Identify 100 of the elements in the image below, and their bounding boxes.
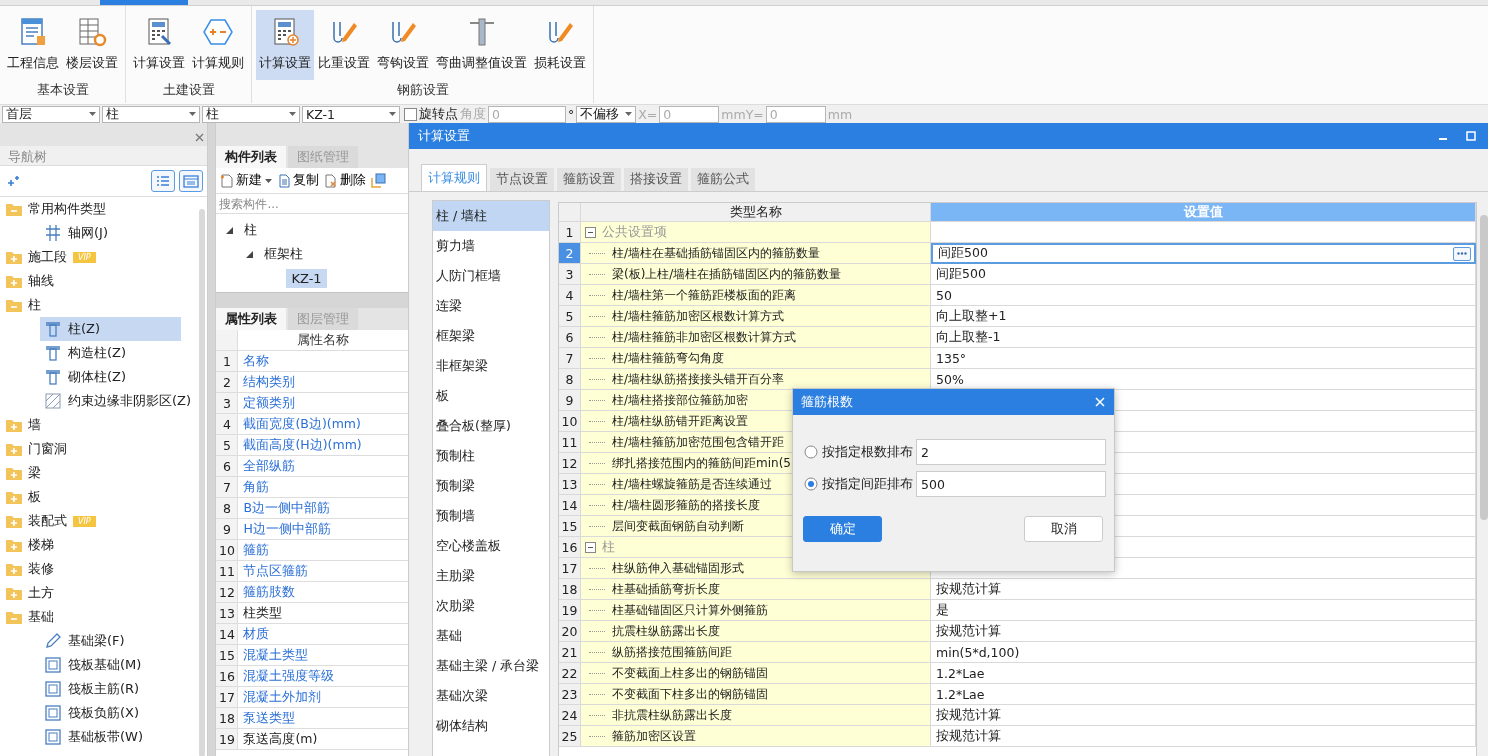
tree-item[interactable]: 梁: [0, 461, 150, 485]
tree-item[interactable]: 筏板基础(M): [40, 653, 181, 677]
tab[interactable]: 计算规则: [421, 164, 487, 191]
tree-item[interactable]: 砌体柱(Z): [40, 365, 181, 389]
tree-item[interactable]: 楼梯: [0, 533, 150, 557]
ribbon-button[interactable]: 比重设置: [315, 10, 373, 80]
category-item[interactable]: 主肋梁: [433, 561, 549, 591]
category-item[interactable]: 基础次梁: [433, 681, 549, 711]
tree-item[interactable]: 板: [0, 485, 150, 509]
more-button[interactable]: [1453, 246, 1471, 261]
toolbar-button[interactable]: 删除: [324, 172, 367, 189]
category-item[interactable]: 预制柱: [433, 441, 549, 471]
toolbar-button[interactable]: [371, 173, 387, 188]
ok-button[interactable]: 确定: [803, 516, 882, 542]
panel-view-button[interactable]: [179, 170, 204, 192]
checkbox[interactable]: [404, 107, 417, 121]
floor-select[interactable]: 首层: [2, 105, 100, 123]
folder-icon[interactable]: [6, 586, 22, 600]
value-field[interactable]: 间距500: [931, 243, 1476, 264]
tab[interactable]: 箍筋设置: [557, 168, 621, 191]
type-select[interactable]: 柱: [202, 105, 300, 123]
tree-item[interactable]: 约束边缘非阴影区(Z): [40, 389, 196, 413]
ribbon-button[interactable]: 楼层设置: [63, 10, 121, 80]
toolbar-button[interactable]: 复制: [277, 172, 320, 189]
folder-icon[interactable]: [6, 490, 22, 504]
category-item[interactable]: 预制梁: [433, 471, 549, 501]
tree-item[interactable]: 施工段 VIP: [0, 245, 150, 269]
category-item[interactable]: 人防门框墙: [433, 261, 549, 291]
tree-item[interactable]: 基础板带(W): [40, 725, 181, 749]
tree-item[interactable]: 墙: [0, 413, 150, 437]
category-item[interactable]: 预制墙: [433, 501, 549, 531]
radio-button[interactable]: [804, 445, 818, 459]
category-item[interactable]: 次肋梁: [433, 591, 549, 621]
expand-triangle-icon[interactable]: [226, 226, 234, 234]
tree-item[interactable]: 轴线: [0, 269, 150, 293]
category-item[interactable]: 空心楼盖板: [433, 531, 549, 561]
folder-icon[interactable]: [6, 442, 22, 456]
tab[interactable]: 构件列表: [216, 146, 287, 168]
folder-icon[interactable]: [6, 538, 22, 552]
category-item[interactable]: 柱 / 墙柱: [433, 201, 549, 231]
category-item[interactable]: 非框架梁: [433, 351, 549, 381]
ribbon-button[interactable]: 计算设置: [256, 10, 314, 80]
ribbon-button[interactable]: 弯曲调整值设置: [433, 10, 530, 80]
category-item[interactable]: 叠合板(整厚): [433, 411, 549, 441]
folder-icon[interactable]: [6, 274, 22, 288]
tree-item[interactable]: 柱(Z): [40, 317, 181, 341]
folder-icon[interactable]: [6, 298, 22, 312]
tree-item[interactable]: 柱: [0, 293, 150, 317]
tree-item[interactable]: 基础梁(F): [40, 629, 181, 653]
category-item[interactable]: 连梁: [433, 291, 549, 321]
folder-icon[interactable]: [6, 418, 22, 432]
tree-item[interactable]: 筏板负筋(X): [40, 701, 181, 725]
tree-item[interactable]: 轴网(J): [40, 221, 181, 245]
value-field[interactable]: 2: [916, 439, 1106, 465]
ribbon-button[interactable]: 计算设置: [130, 10, 188, 80]
list-view-button[interactable]: [151, 170, 176, 192]
tab[interactable]: 箍筋公式: [691, 168, 755, 191]
tree-item[interactable]: 构造柱(Z): [40, 341, 181, 365]
tree-item[interactable]: 基础: [0, 605, 150, 629]
collapse-icon[interactable]: [585, 541, 596, 553]
cancel-button[interactable]: 取消: [1024, 516, 1103, 542]
tab[interactable]: 搭接设置: [624, 168, 688, 191]
toolbar-button[interactable]: 新建: [220, 172, 273, 189]
ribbon-button[interactable]: 损耗设置: [531, 10, 589, 80]
tree-item[interactable]: 筏板主筋(R): [40, 677, 181, 701]
value-field[interactable]: 500: [916, 471, 1106, 497]
component-select[interactable]: KZ-1: [302, 105, 400, 123]
tree-item[interactable]: 框架柱: [259, 243, 309, 265]
category-item[interactable]: 板: [433, 381, 549, 411]
category-item[interactable]: 基础: [433, 621, 549, 651]
sparkle-icon[interactable]: [6, 175, 20, 187]
tree-item[interactable]: 土方: [0, 581, 150, 605]
tree-item[interactable]: KZ-1: [286, 268, 327, 288]
offset-select[interactable]: 不偏移: [576, 105, 637, 123]
folder-icon[interactable]: [6, 466, 22, 480]
folder-icon[interactable]: [6, 202, 22, 216]
ribbon-button[interactable]: 工程信息: [4, 10, 62, 80]
tree-item[interactable]: 装配式 VIP: [0, 509, 150, 533]
category-item[interactable]: 砌体结构: [433, 711, 549, 741]
tab[interactable]: 属性列表: [216, 308, 287, 330]
tab[interactable]: 节点设置: [490, 168, 554, 191]
folder-icon[interactable]: [6, 562, 22, 576]
radio-button[interactable]: [804, 477, 818, 491]
expand-triangle-icon[interactable]: [246, 250, 254, 258]
collapse-icon[interactable]: [585, 226, 596, 238]
tree-item[interactable]: 柱: [239, 219, 263, 241]
category-item[interactable]: 框架梁: [433, 321, 549, 351]
ribbon-button[interactable]: 弯钩设置: [374, 10, 432, 80]
tree-item[interactable]: 常用构件类型: [0, 197, 150, 221]
folder-icon[interactable]: [6, 610, 22, 624]
folder-icon[interactable]: [6, 514, 22, 528]
folder-icon[interactable]: [6, 250, 22, 264]
tree-item[interactable]: 装修: [0, 557, 150, 581]
close-icon[interactable]: [195, 133, 205, 142]
maximize-icon[interactable]: [1466, 131, 1476, 141]
tree-item[interactable]: 门窗洞: [0, 437, 150, 461]
category-select[interactable]: 柱: [102, 105, 200, 123]
category-item[interactable]: 剪力墙: [433, 231, 549, 261]
category-item[interactable]: 基础主梁 / 承台梁: [433, 651, 549, 681]
ribbon-button[interactable]: 计算规则: [189, 10, 247, 80]
